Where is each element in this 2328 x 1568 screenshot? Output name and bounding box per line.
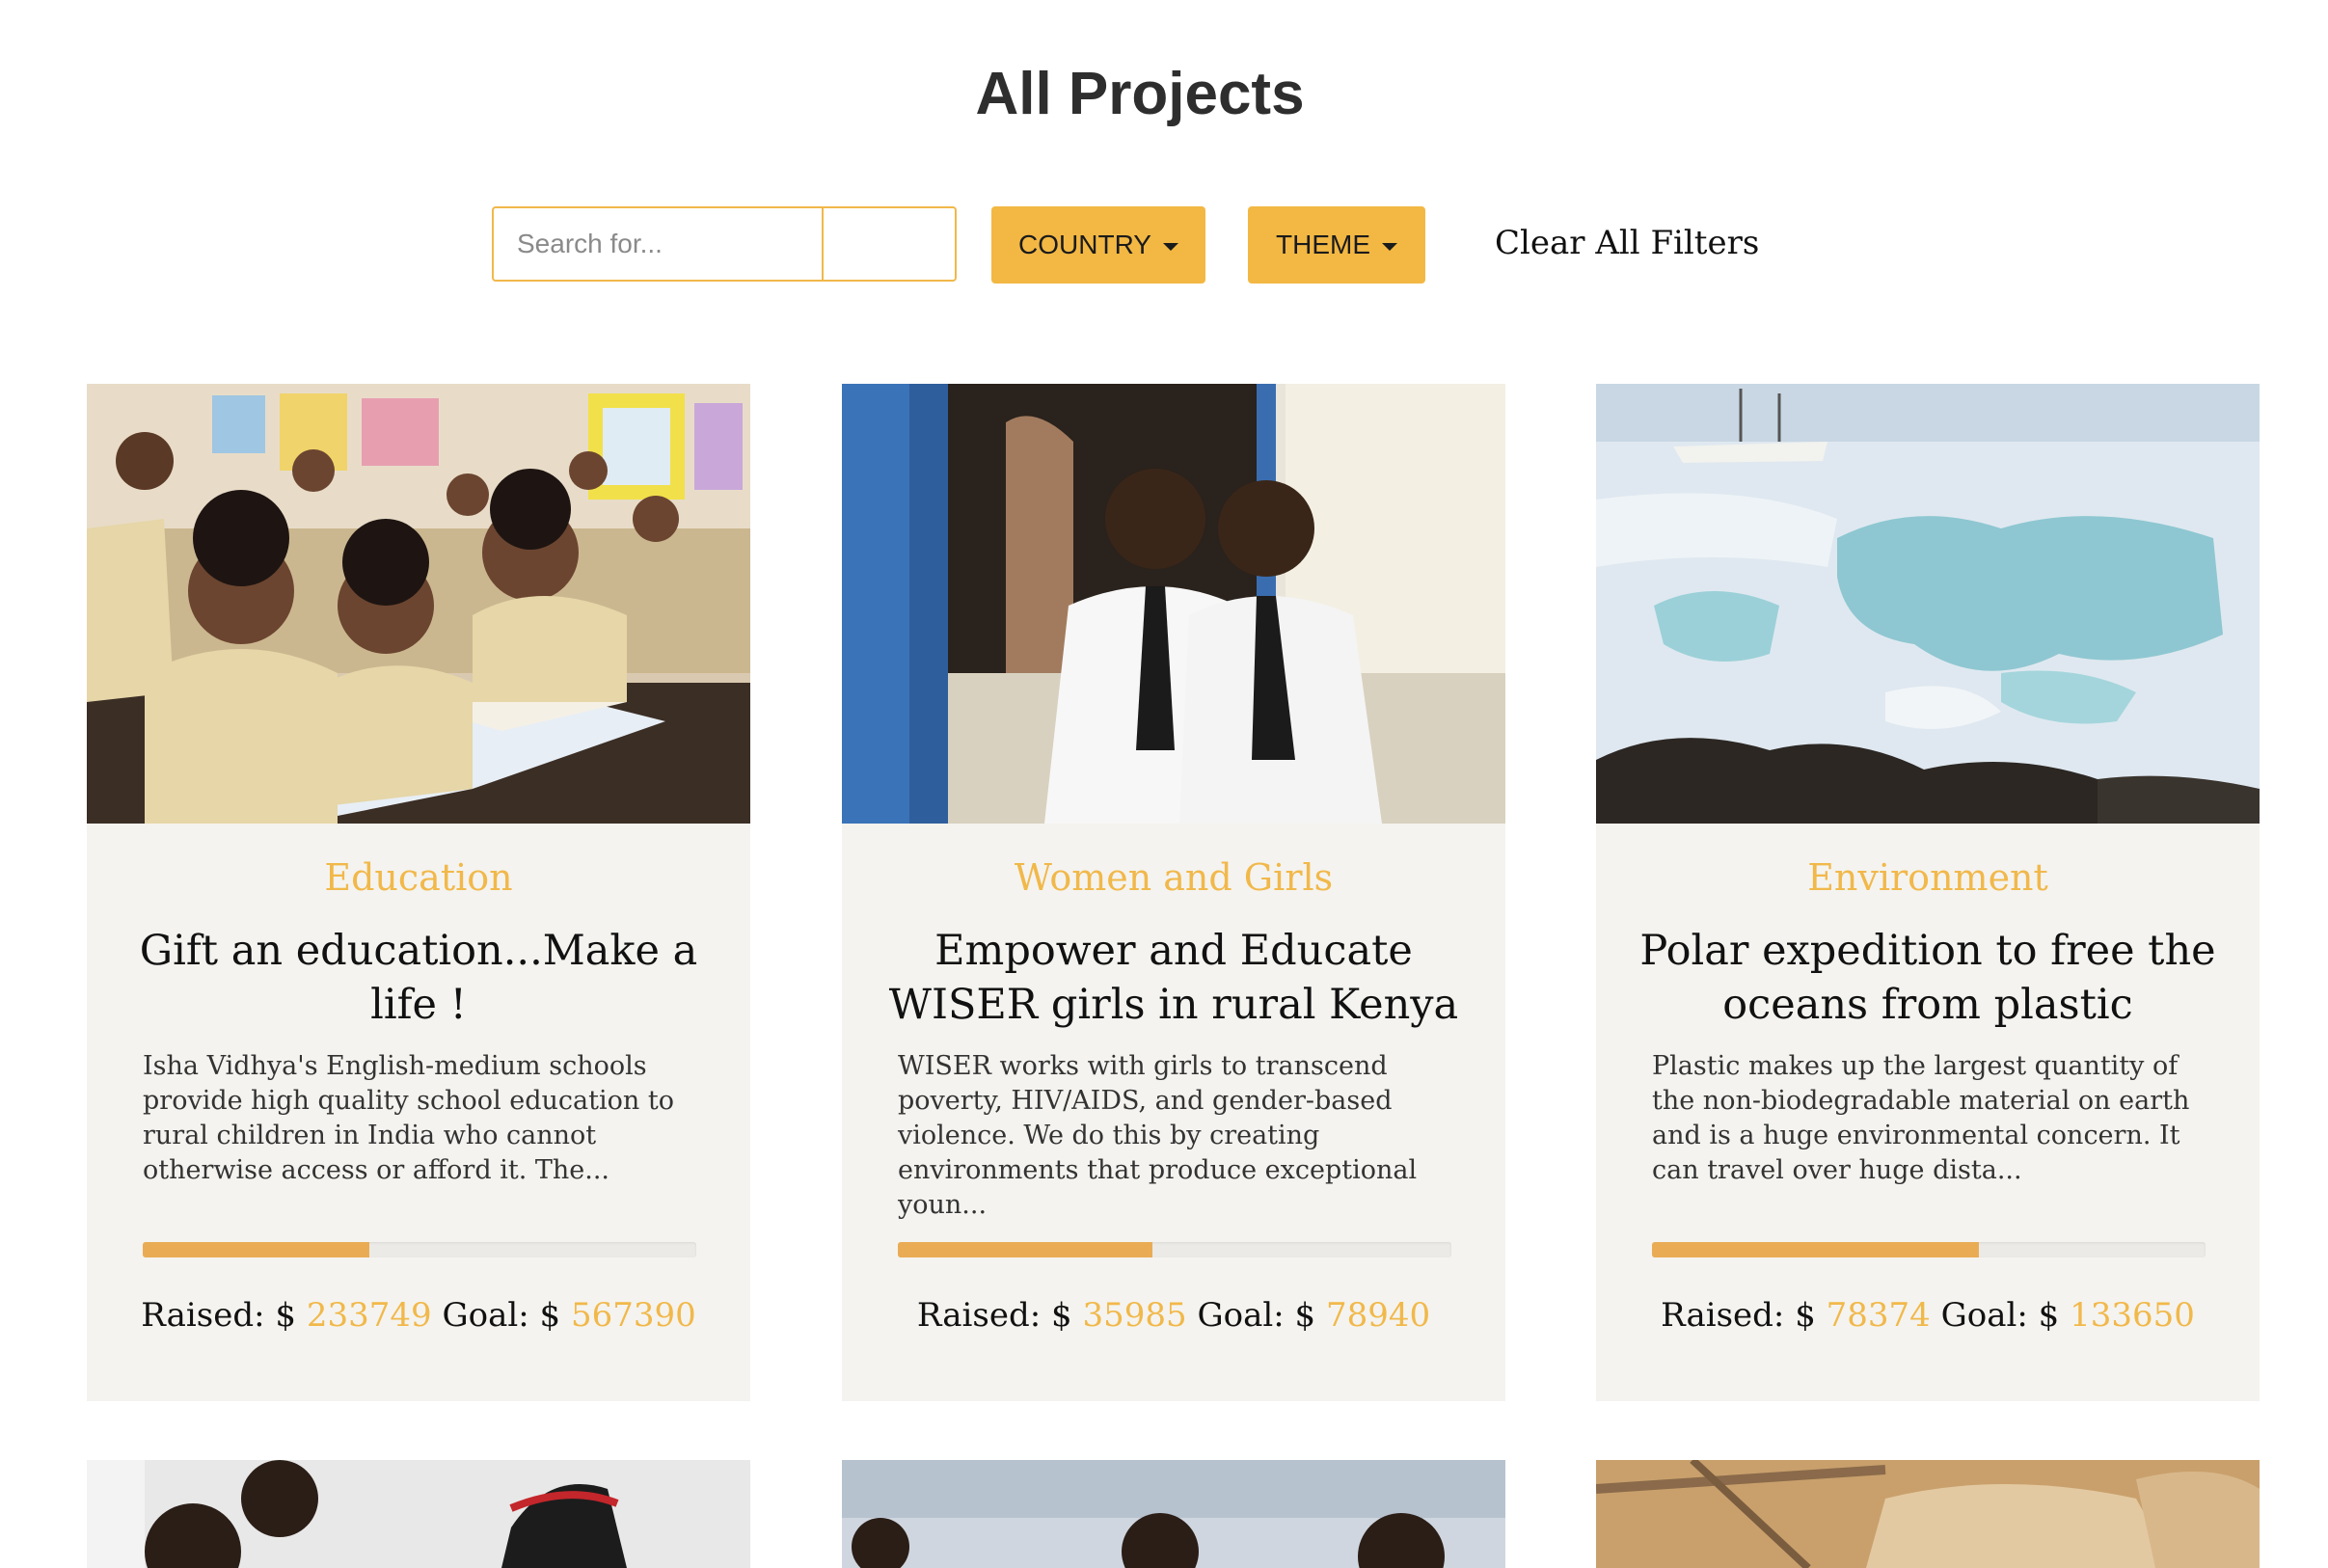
raised-amount: 233749 xyxy=(306,1296,432,1335)
project-title[interactable]: Polar expedition to free the oceans from… xyxy=(1625,924,2231,1032)
project-theme[interactable]: Environment xyxy=(1596,856,2260,899)
project-theme[interactable]: Education xyxy=(87,856,750,899)
page-title: All Projects xyxy=(975,61,1305,127)
raised-label: Raised: $ xyxy=(1661,1296,1816,1335)
caret-down-icon xyxy=(1382,243,1397,251)
goal-label: Goal: $ xyxy=(442,1296,561,1335)
project-card[interactable]: Women and Girls Empower and Educate WISE… xyxy=(842,384,1505,1401)
search-box xyxy=(492,206,957,282)
raised-amount: 35985 xyxy=(1082,1296,1187,1335)
project-image-polar-ice[interactable] xyxy=(1596,384,2260,824)
goal-label: Goal: $ xyxy=(1197,1296,1316,1335)
theme-dropdown-button[interactable]: THEME xyxy=(1248,206,1425,284)
project-image-schoolgirls[interactable] xyxy=(842,384,1505,824)
project-image-next-row[interactable] xyxy=(1596,1460,2260,1568)
goal-amount: 567390 xyxy=(570,1296,696,1335)
raised-label: Raised: $ xyxy=(141,1296,297,1335)
search-input[interactable] xyxy=(494,208,824,280)
search-button[interactable] xyxy=(824,208,955,280)
project-theme[interactable]: Women and Girls xyxy=(842,856,1505,899)
project-image-classroom[interactable] xyxy=(87,384,750,824)
project-description: Plastic makes up the largest quantity of… xyxy=(1652,1051,2190,1185)
goal-amount: 133650 xyxy=(2070,1296,2195,1335)
projects-page: All Projects COUNTRY THEME Clear All Fil… xyxy=(0,0,2328,1568)
project-card[interactable]: Environment Polar expedition to free the… xyxy=(1596,384,2260,1401)
goal-label: Goal: $ xyxy=(1940,1296,2060,1335)
project-description: WISER works with girls to transcend pove… xyxy=(898,1051,1418,1220)
raised-label: Raised: $ xyxy=(916,1296,1072,1335)
raised-amount: 78374 xyxy=(1826,1296,1931,1335)
funding-summary: Raised: $ 233749 Goal: $ 567390 xyxy=(87,1296,750,1335)
funding-progress-fill xyxy=(898,1242,1153,1257)
filter-bar: COUNTRY THEME Clear All Filters xyxy=(0,206,2328,284)
project-image-next-row[interactable] xyxy=(87,1460,750,1568)
funding-progress-fill xyxy=(143,1242,370,1257)
funding-summary: Raised: $ 78374 Goal: $ 133650 xyxy=(1596,1296,2260,1335)
clear-all-filters-link[interactable]: Clear All Filters xyxy=(1495,224,1759,262)
project-image-next-row[interactable] xyxy=(842,1460,1505,1568)
funding-progress-fill xyxy=(1652,1242,1979,1257)
project-card[interactable]: Education Gift an education...Make a lif… xyxy=(87,384,750,1401)
funding-summary: Raised: $ 35985 Goal: $ 78940 xyxy=(842,1296,1505,1335)
funding-progress-bar xyxy=(1652,1242,2206,1257)
funding-progress-bar xyxy=(898,1242,1451,1257)
country-dropdown-label: COUNTRY xyxy=(1018,230,1151,259)
goal-amount: 78940 xyxy=(1325,1296,1431,1335)
theme-dropdown-label: THEME xyxy=(1276,230,1370,259)
caret-down-icon xyxy=(1162,243,1178,251)
project-title[interactable]: Gift an education...Make a life ! xyxy=(116,924,721,1032)
project-title[interactable]: Empower and Educate WISER girls in rural… xyxy=(871,924,1476,1032)
project-description: Isha Vidhya's English-medium schools pro… xyxy=(143,1051,674,1185)
funding-progress-bar xyxy=(143,1242,696,1257)
country-dropdown-button[interactable]: COUNTRY xyxy=(991,206,1205,284)
